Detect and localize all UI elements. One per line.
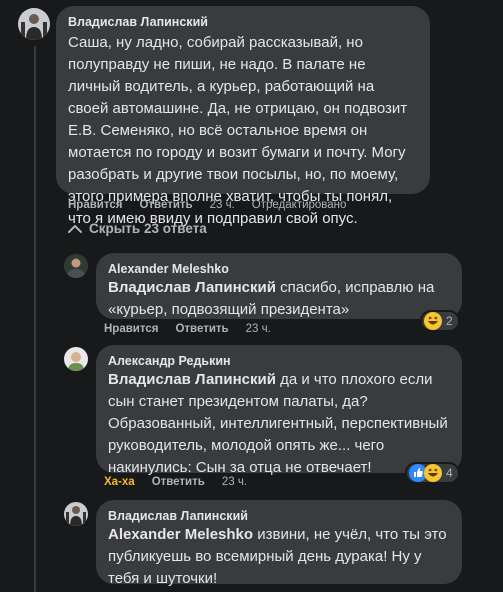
- mention-link[interactable]: Alexander Meleshko: [108, 526, 253, 543]
- avatar[interactable]: [64, 347, 88, 371]
- hide-replies-link[interactable]: Скрыть 23 ответа: [68, 221, 207, 236]
- reply-author[interactable]: Владислав Лапинский: [108, 508, 450, 524]
- haha-icon: [424, 464, 442, 482]
- reaction-summary[interactable]: 4: [405, 462, 460, 484]
- reply-actions: Нравится Ответить 23 ч.: [104, 323, 288, 335]
- haha-icon: [424, 312, 442, 330]
- like-button[interactable]: Нравится: [68, 199, 122, 211]
- reply-actions: Ха-ха Ответить 23 ч.: [104, 476, 264, 488]
- avatar[interactable]: [18, 8, 50, 40]
- timestamp[interactable]: 23 ч.: [210, 199, 235, 211]
- comment-actions: Нравится Ответить 23 ч. Отредактировано: [68, 199, 363, 211]
- chevron-up-icon: [68, 224, 82, 233]
- reply-text: Alexander Meleshko извини, не учёл, что …: [108, 524, 450, 590]
- reaction-count: 2: [446, 314, 453, 328]
- like-button[interactable]: Нравится: [104, 323, 158, 335]
- comment-bubble: Владислав Лапинский Саша, ну ладно, соби…: [56, 6, 430, 227]
- timestamp[interactable]: 23 ч.: [222, 476, 247, 488]
- avatar[interactable]: [64, 502, 88, 526]
- edited-label: Отредактировано: [251, 199, 347, 211]
- reply-text: Владислав Лапинский да и что плохого есл…: [108, 369, 450, 479]
- reply-button[interactable]: Ответить: [175, 323, 228, 335]
- hide-replies-label: Скрыть 23 ответа: [89, 221, 207, 236]
- reply-bubble: Alexander Meleshko Владислав Лапинский с…: [96, 253, 462, 319]
- mention-link[interactable]: Владислав Лапинский: [108, 279, 276, 296]
- reply-button[interactable]: Ответить: [152, 476, 205, 488]
- avatar-photo-icon: [64, 347, 88, 371]
- reply-button[interactable]: Ответить: [139, 199, 192, 211]
- comment-author[interactable]: Владислав Лапинский: [68, 14, 418, 30]
- haha-reaction-button[interactable]: Ха-ха: [104, 476, 135, 488]
- avatar-photo-icon: [64, 254, 88, 278]
- avatar[interactable]: [64, 254, 88, 278]
- reply-author[interactable]: Александр Редькин: [108, 353, 450, 369]
- thread-line: [34, 46, 36, 592]
- reaction-summary[interactable]: 2: [420, 310, 460, 332]
- avatar-photo-icon: [64, 502, 88, 526]
- reply-author[interactable]: Alexander Meleshko: [108, 261, 450, 277]
- reply-text: Владислав Лапинский спасибо, исправлю на…: [108, 277, 450, 321]
- reply-bubble: Александр Редькин Владислав Лапинский да…: [96, 345, 462, 476]
- reply-bubble: Владислав Лапинский Alexander Meleshko и…: [96, 500, 462, 587]
- mention-link[interactable]: Владислав Лапинский: [108, 371, 276, 388]
- avatar-photo-icon: [18, 8, 50, 40]
- timestamp[interactable]: 23 ч.: [246, 323, 271, 335]
- reaction-count: 4: [446, 466, 453, 480]
